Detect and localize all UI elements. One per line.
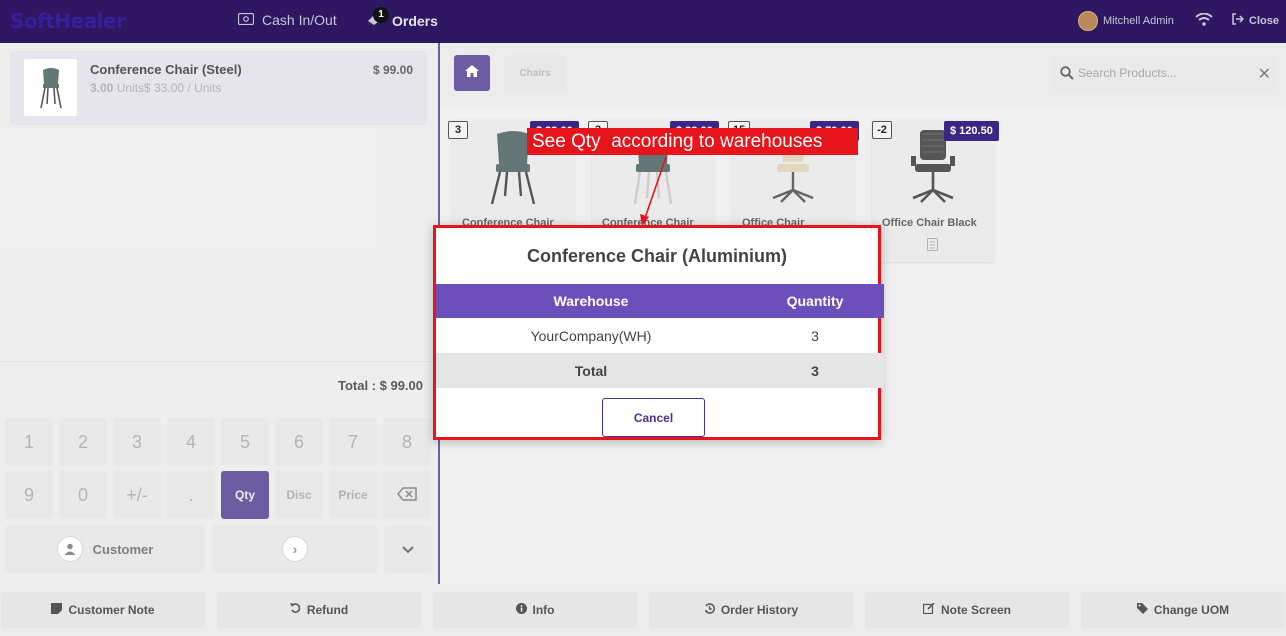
annotation-arrow <box>640 156 667 226</box>
